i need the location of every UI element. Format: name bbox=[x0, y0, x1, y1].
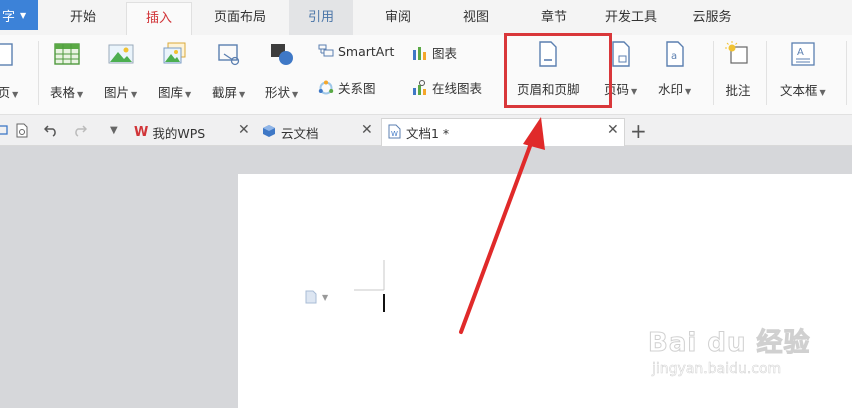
tab-chapter[interactable]: 章节 bbox=[524, 0, 584, 35]
svg-text:W: W bbox=[391, 130, 398, 138]
tab-developer-tools[interactable]: 开发工具 bbox=[594, 0, 668, 35]
document-tab-bar: ▼ W 我的WPS ✕ 云文档 ✕ W 文档1 * ✕ + bbox=[0, 115, 852, 146]
blank-page-button[interactable]: 页 ▼ bbox=[0, 39, 22, 101]
redo-icon[interactable] bbox=[72, 123, 88, 141]
online-chart-button[interactable]: 在线图表 bbox=[412, 78, 482, 97]
app-menu-label: 字 bbox=[2, 9, 16, 25]
paste-options-icon[interactable]: ▼ bbox=[304, 290, 336, 307]
tab-view[interactable]: 视图 bbox=[446, 0, 506, 35]
watermark-url: jingyan.baidu.com bbox=[652, 361, 782, 378]
shapes-label: 形状 bbox=[265, 85, 291, 100]
comment-label: 批注 bbox=[725, 83, 751, 98]
relation-chart-button[interactable]: 关系图 bbox=[318, 78, 376, 97]
wps-logo-icon: W bbox=[134, 124, 149, 140]
svg-text:a: a bbox=[671, 51, 677, 62]
gallery-button[interactable]: 图库 ▼ bbox=[158, 39, 191, 101]
menu-bar: 字 ▼ 开始 插入 页面布局 引用 审阅 视图 章节 开发工具 云服务 bbox=[0, 0, 852, 35]
customize-quick-access-icon[interactable]: ▼ bbox=[110, 125, 118, 136]
comment-button[interactable]: 批注 bbox=[724, 39, 752, 99]
tab-references[interactable]: 引用 bbox=[289, 0, 353, 35]
textbox-label: 文本框 bbox=[780, 83, 818, 98]
textbox-icon: A bbox=[789, 39, 817, 69]
page-icon bbox=[0, 39, 22, 69]
table-label: 表格 bbox=[50, 85, 76, 100]
gallery-label: 图库 bbox=[158, 85, 184, 100]
tab-home[interactable]: 开始 bbox=[56, 0, 110, 35]
ribbon-divider bbox=[766, 41, 767, 105]
document-icon: W bbox=[388, 124, 401, 142]
print-preview-icon[interactable] bbox=[15, 123, 29, 142]
close-icon[interactable]: ✕ bbox=[238, 122, 250, 138]
table-icon bbox=[53, 39, 81, 69]
undo-icon[interactable] bbox=[43, 123, 59, 141]
chart-label: 图表 bbox=[432, 46, 458, 61]
tab-my-wps[interactable]: W 我的WPS bbox=[134, 118, 254, 146]
close-icon[interactable]: ✕ bbox=[607, 122, 619, 138]
close-icon[interactable]: ✕ bbox=[361, 122, 373, 138]
comment-icon bbox=[724, 39, 752, 69]
tab-cloud-docs-label: 云文档 bbox=[281, 125, 319, 141]
ribbon-divider bbox=[713, 41, 714, 105]
ribbon-divider bbox=[846, 41, 847, 105]
tab-my-wps-label: 我的WPS bbox=[152, 125, 206, 141]
cloud-docs-icon bbox=[262, 124, 276, 141]
text-cursor-icon bbox=[354, 260, 385, 312]
svg-text:A: A bbox=[797, 47, 804, 58]
ribbon-toolbar: 页 ▼ 表格 ▼ 图片 ▼ 图库 ▼ 截屏 ▼ 形状 ▼ SmartArt 关系… bbox=[0, 35, 852, 115]
gallery-icon bbox=[161, 39, 189, 69]
smartart-button[interactable]: SmartArt bbox=[318, 43, 394, 59]
screenshot-icon bbox=[215, 39, 243, 69]
online-chart-label: 在线图表 bbox=[432, 81, 483, 96]
screenshot-button[interactable]: 截屏 ▼ bbox=[212, 39, 245, 101]
print-icon[interactable] bbox=[0, 123, 8, 141]
tab-cloud-docs[interactable]: 云文档 bbox=[262, 118, 374, 146]
tab-document-1-label: 文档1 * bbox=[406, 126, 450, 141]
online-chart-icon bbox=[412, 79, 428, 96]
tab-document-1[interactable]: W 文档1 * bbox=[381, 118, 625, 146]
watermark-button[interactable]: a 水印 ▼ bbox=[658, 39, 691, 98]
shapes-icon bbox=[268, 39, 296, 69]
picture-icon bbox=[107, 39, 135, 69]
chart-button[interactable]: 图表 bbox=[412, 43, 457, 62]
blank-page-label: 页 bbox=[0, 85, 11, 100]
app-menu-button[interactable]: 字 ▼ bbox=[0, 0, 38, 30]
watermark-icon: a bbox=[661, 39, 689, 69]
ribbon-divider bbox=[38, 41, 39, 105]
smartart-icon bbox=[318, 43, 334, 59]
screenshot-label: 截屏 bbox=[212, 85, 238, 100]
table-button[interactable]: 表格 ▼ bbox=[50, 39, 83, 101]
picture-label: 图片 bbox=[104, 85, 130, 100]
tab-page-layout[interactable]: 页面布局 bbox=[200, 0, 280, 35]
textbox-button[interactable]: A 文本框 ▼ bbox=[780, 39, 826, 99]
add-tab-icon[interactable]: + bbox=[630, 119, 647, 143]
site-watermark: Bai du 经验 jingyan.baidu.com bbox=[648, 322, 811, 378]
header-footer-highlight bbox=[504, 33, 612, 108]
watermark-brand: Bai du 经验 bbox=[648, 328, 811, 359]
svg-text:▼: ▼ bbox=[322, 293, 329, 302]
chevron-down-icon: ▼ bbox=[20, 10, 27, 20]
picture-button[interactable]: 图片 ▼ bbox=[104, 39, 137, 101]
tab-review[interactable]: 审阅 bbox=[368, 0, 428, 35]
tab-cloud-services[interactable]: 云服务 bbox=[681, 0, 743, 35]
smartart-label: SmartArt bbox=[338, 43, 395, 59]
shapes-button[interactable]: 形状 ▼ bbox=[265, 39, 298, 101]
tab-insert[interactable]: 插入 bbox=[126, 2, 192, 35]
bar-chart-icon bbox=[412, 45, 428, 61]
watermark-label: 水印 bbox=[658, 82, 684, 97]
relation-chart-label: 关系图 bbox=[338, 81, 376, 96]
relation-chart-icon bbox=[318, 80, 334, 96]
